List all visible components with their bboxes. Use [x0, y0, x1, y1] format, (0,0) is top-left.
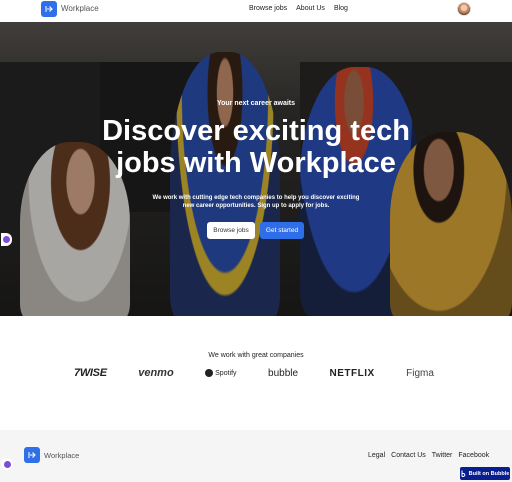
spotify-icon	[205, 369, 214, 377]
footer-link-twitter[interactable]: Twitter	[432, 452, 453, 459]
spotify-logo: Spotify	[205, 369, 237, 377]
netflix-logo: NETFLIX	[329, 367, 375, 379]
get-started-button[interactable]: Get started	[260, 222, 304, 239]
companies-heading: We work with great companies	[208, 352, 304, 359]
figma-logo: Figma	[406, 367, 434, 379]
bubble-b-icon	[461, 470, 465, 477]
company-logos: 7WISE venmo Spotify bubble NETFLIX Figma	[74, 367, 434, 379]
nav-about-us[interactable]: About Us	[296, 5, 325, 12]
brand-name[interactable]: Workplace	[61, 4, 99, 13]
footer-link-facebook[interactable]: Facebook	[458, 452, 489, 459]
spotify-logo-text: Spotify	[215, 369, 237, 377]
user-avatar[interactable]	[457, 2, 471, 16]
footer-link-legal[interactable]: Legal	[368, 452, 385, 459]
top-navigation-bar: Workplace Browse jobs About Us Blog	[0, 0, 512, 22]
wise-logo: 7WISE	[74, 367, 107, 379]
footer-links: Legal Contact Us Twitter Facebook	[368, 452, 489, 459]
built-on-bubble-badge[interactable]: Built on Bubble	[460, 467, 510, 480]
nav-browse-jobs[interactable]: Browse jobs	[249, 5, 287, 12]
footer-link-contact[interactable]: Contact Us	[391, 452, 426, 459]
footer-widget-icon[interactable]	[1, 458, 13, 470]
main-nav: Browse jobs About Us Blog	[249, 5, 348, 12]
nav-blog[interactable]: Blog	[334, 5, 348, 12]
logo-icon[interactable]	[41, 1, 57, 17]
hero-section: Your next career awaits Discover excitin…	[0, 22, 512, 316]
hero-headline: Discover exciting tech jobs with Workpla…	[102, 115, 410, 179]
browse-jobs-button[interactable]: Browse jobs	[207, 222, 255, 239]
hero-eyebrow: Your next career awaits	[216, 100, 296, 107]
bubble-badge-label: Built on Bubble	[468, 470, 510, 477]
hero-subtext: We work with cutting edge tech companies…	[152, 195, 360, 209]
footer: Workplace Legal Contact Us Twitter Faceb…	[0, 430, 512, 482]
side-widget-icon[interactable]	[1, 233, 12, 246]
venmo-logo: venmo	[138, 367, 174, 379]
bubble-logo: bubble	[268, 367, 299, 379]
footer-logo-icon[interactable]	[24, 447, 40, 463]
footer-brand-name[interactable]: Workplace	[44, 451, 79, 460]
